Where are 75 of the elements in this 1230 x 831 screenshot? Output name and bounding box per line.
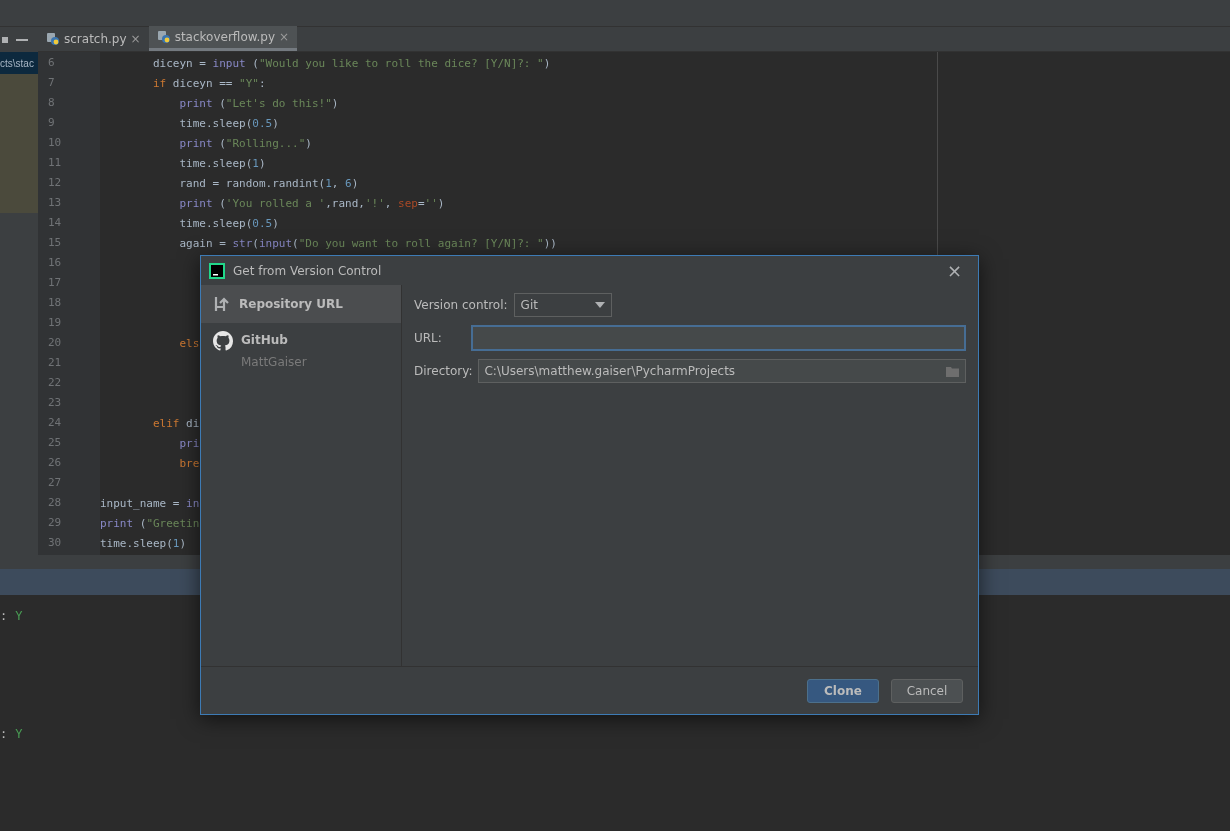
line-number: 17 (47, 275, 63, 291)
source-item[interactable]: Repository URL (201, 285, 401, 323)
line-number: 30 (47, 535, 63, 551)
line-number: 29 (47, 515, 63, 531)
line-number: 19 (47, 315, 63, 331)
line-number: 20 (47, 335, 63, 351)
code-line: if diceyn == "Y": (151, 77, 266, 90)
code-line: time.sleep(0.5) (178, 217, 279, 230)
caret-icon (594, 302, 605, 308)
console-prompt: : (0, 726, 8, 743)
code-line: bre (178, 457, 200, 470)
line-number: 14 (47, 215, 63, 231)
code-line: time.sleep(0.5) (178, 117, 279, 130)
python-file-icon (46, 31, 60, 46)
line-number: 6 (47, 55, 56, 71)
github-icon (213, 331, 233, 351)
close-icon[interactable]: × (279, 28, 290, 46)
line-number: 7 (47, 75, 56, 91)
code-line: print ("Rolling...") (178, 137, 312, 150)
directory-field[interactable]: C:\Users\matthew.gaiser\PycharmProjects (478, 359, 966, 383)
line-number: 8 (47, 95, 56, 111)
python-file-icon (156, 30, 171, 44)
code-line: time.sleep(1) (100, 537, 187, 550)
code-line: diceyn = input ("Would you like to roll the dice? [Y/N]?: ") (151, 57, 551, 70)
console-answer-text: Y (15, 726, 23, 743)
field-label: URL: (414, 330, 443, 347)
code-line: elif di (151, 417, 200, 430)
line-number: 16 (47, 255, 63, 271)
code-line: time.sleep(1) (178, 157, 266, 170)
line-number: 13 (47, 195, 63, 211)
cancel-button[interactable]: Cancel (891, 678, 963, 703)
code-line: print ("Greetin (100, 517, 200, 530)
code-line: again = str(input("Do you want to roll again? [Y/N]?: ")) (178, 237, 557, 250)
line-number: 23 (47, 395, 63, 411)
app-logo-icon (209, 262, 225, 279)
tab-label: stackoverflow.py (174, 29, 275, 46)
code-line: input_name = in (100, 497, 200, 510)
source-item[interactable]: GitHub MattGaiser (201, 323, 401, 379)
code-line: print ("Let's do this!") (178, 97, 339, 110)
close-icon[interactable]: × (130, 29, 141, 48)
folder-icon[interactable] (946, 365, 960, 377)
editor-tab[interactable]: stackoverflow.py × (148, 26, 298, 51)
line-number: 11 (47, 155, 63, 171)
line-number: 10 (47, 135, 63, 151)
line-number: 21 (47, 355, 63, 371)
minimize-icon (16, 38, 28, 41)
upload-arrow-icon (213, 295, 231, 313)
code-line: rand = random.randint(1, 6) (178, 177, 359, 190)
code-line: els (178, 337, 200, 350)
line-number: 25 (47, 435, 63, 451)
line-number: 28 (47, 495, 63, 511)
tab-label: scratch.py (64, 30, 127, 48)
close-button[interactable]: × (938, 261, 970, 280)
line-number: 24 (47, 415, 63, 431)
account-name: MattGaiser (241, 354, 307, 371)
line-number: 22 (47, 375, 63, 391)
code-line: pri (178, 437, 200, 450)
code-line: print ('You rolled a ',rand,'!', sep='') (178, 197, 445, 210)
line-number: 15 (47, 235, 63, 251)
editor-tab[interactable]: scratch.py × (38, 26, 149, 51)
version-control-dropdown[interactable]: Git (513, 293, 612, 317)
line-number: 26 (47, 455, 63, 471)
console-answer-text: Y (15, 608, 23, 625)
url-field[interactable] (471, 325, 966, 351)
field-label: Version control: (414, 297, 508, 314)
console-prompt: : (0, 608, 8, 625)
source-label: GitHub (241, 332, 289, 349)
dialog-title: Get from Version Control (233, 262, 382, 280)
line-number: 12 (47, 175, 63, 191)
source-label: Repository URL (239, 296, 343, 313)
line-number: 18 (47, 295, 63, 311)
clone-button[interactable]: Clone (807, 678, 879, 703)
line-number: 27 (47, 475, 63, 491)
line-number: 9 (47, 115, 56, 131)
field-label: Directory: (414, 363, 473, 380)
